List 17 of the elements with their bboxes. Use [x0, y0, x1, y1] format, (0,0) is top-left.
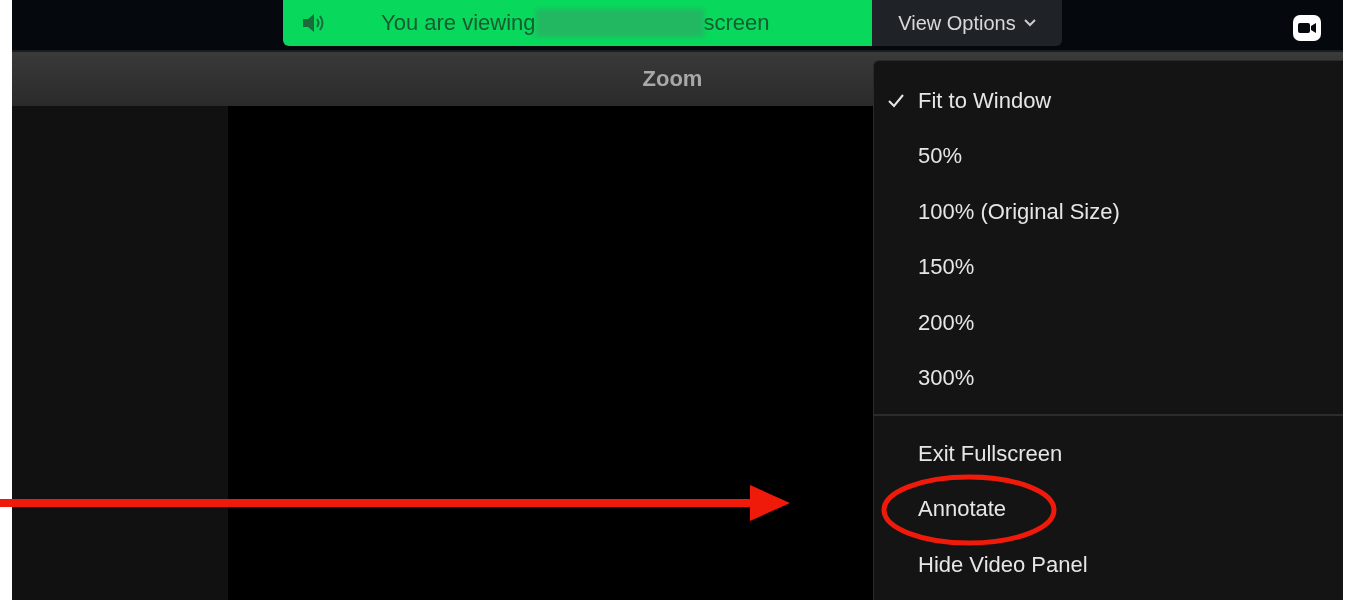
view-options-button[interactable]: View Options: [872, 0, 1062, 46]
speaker-icon: [301, 12, 325, 34]
menu-item[interactable]: Hide Video Panel: [874, 537, 1343, 593]
menu-item[interactable]: Annotate: [874, 481, 1343, 537]
menu-item[interactable]: 200%: [874, 295, 1343, 351]
checkmark-icon: [888, 93, 904, 108]
menu-item[interactable]: Exit Fullscreen: [874, 426, 1343, 482]
menu-item[interactable]: 300%: [874, 350, 1343, 406]
menu-item[interactable]: Fit to Window: [874, 73, 1343, 129]
menu-item[interactable]: 50%: [874, 128, 1343, 184]
banner-text: screen: [703, 10, 770, 36]
window-title: Zoom: [642, 66, 703, 92]
menu-item[interactable]: 150%: [874, 239, 1343, 295]
menu-item[interactable]: 100% (Original Size): [874, 184, 1343, 240]
chevron-icon: [1023, 19, 1036, 27]
video-camera-icon[interactable]: [1293, 15, 1321, 41]
banner-text: You are viewing: [381, 10, 536, 36]
